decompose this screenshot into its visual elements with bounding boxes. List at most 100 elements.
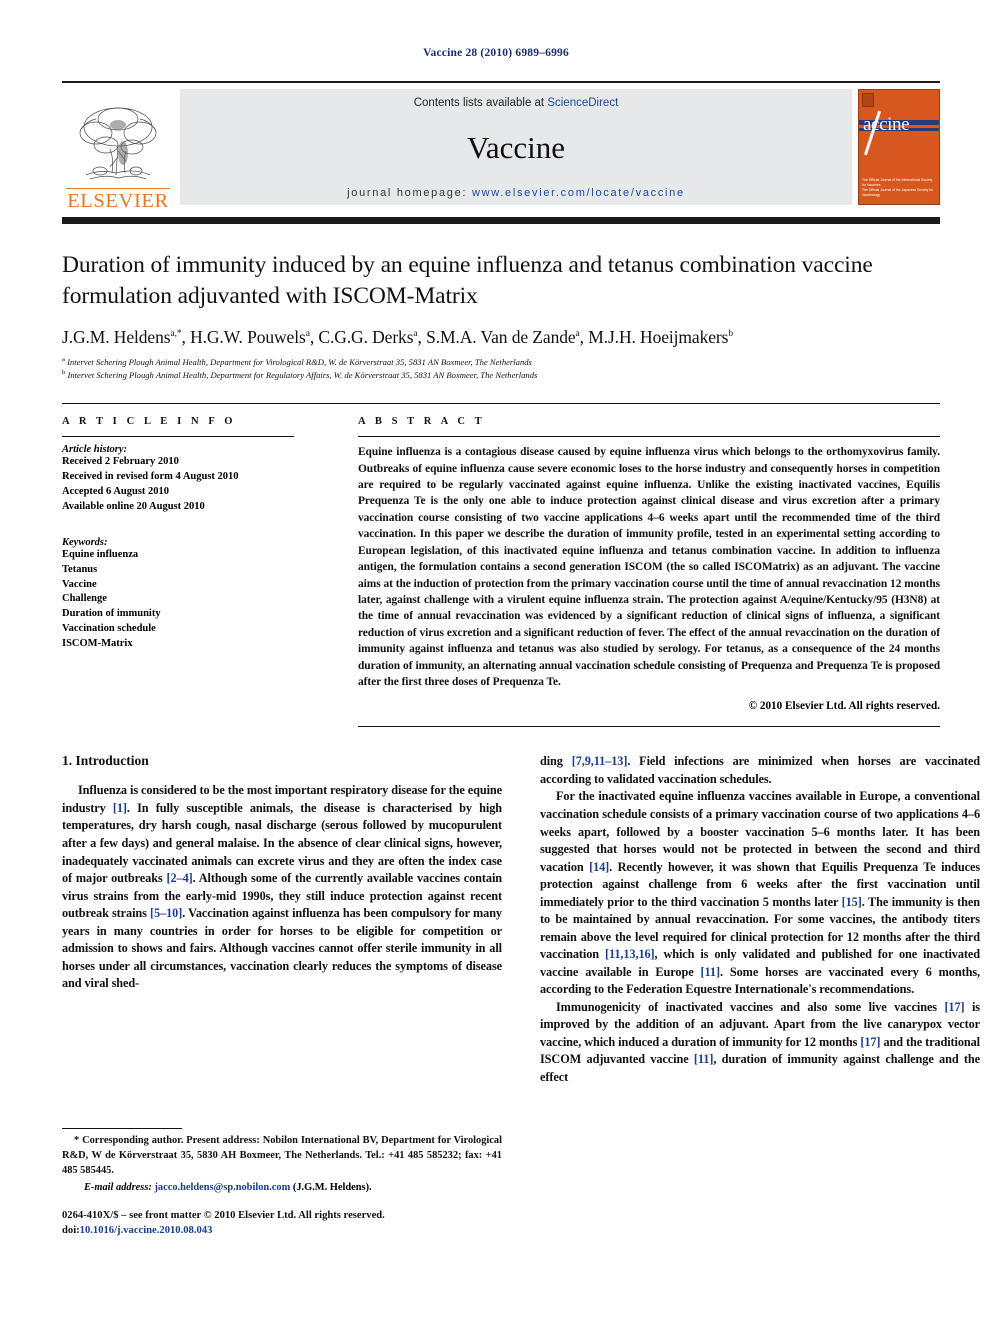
author-item: C.G.G. Derksa xyxy=(318,327,417,347)
article-info-column: A R T I C L E I N F O Article history: R… xyxy=(62,416,334,727)
affiliation-item: b Intervet Schering Plough Animal Health… xyxy=(62,368,940,381)
history-item: Received in revised form 4 August 2010 xyxy=(62,471,239,483)
keywords-label: Keywords: xyxy=(62,536,108,548)
keyword-item: Vaccination schedule xyxy=(62,623,156,635)
author-marks: a xyxy=(413,328,418,339)
author-marks: a,* xyxy=(170,328,182,339)
doi-link[interactable]: 10.1016/j.vaccine.2010.08.043 xyxy=(80,1225,213,1236)
sciencedirect-link[interactable]: ScienceDirect xyxy=(547,97,618,109)
author-item: S.M.A. Van de Zandea xyxy=(426,327,580,347)
article-info-rule xyxy=(62,436,294,438)
homepage-prefix: journal homepage: xyxy=(347,187,472,199)
affiliation-text: Intervet Schering Plough Animal Health, … xyxy=(67,369,538,380)
keyword-item: Equine influenza xyxy=(62,548,139,560)
citation-link[interactable]: [15] xyxy=(842,895,862,909)
abstract-text: Equine influenza is a contagious disease… xyxy=(358,446,940,689)
author-marks: a xyxy=(575,328,580,339)
affiliation-mark: b xyxy=(62,368,66,376)
page-title: Duration of immunity induced by an equin… xyxy=(62,252,873,310)
citation-link[interactable]: [7,9,11–13] xyxy=(572,754,628,768)
history-item: Available online 20 August 2010 xyxy=(62,500,205,512)
citation-link[interactable]: [11] xyxy=(701,965,721,979)
contents-prefix: Contents lists available at xyxy=(413,97,548,109)
paper-page: Vaccine 28 (2010) 6989–6996 ELSEVIER Con… xyxy=(0,0,992,1323)
email-suffix: (J.G.M. Heldens). xyxy=(290,1181,372,1193)
author-name: J.G.M. Heldens xyxy=(62,326,171,347)
journal-homepage-link[interactable]: www.elsevier.com/locate/vaccine xyxy=(472,187,685,199)
author-marks: a xyxy=(305,328,310,339)
journal-homepage-line: journal homepage: www.elsevier.com/locat… xyxy=(347,187,685,199)
affiliation-text: Intervet Schering Plough Animal Health, … xyxy=(67,356,532,367)
body-column-right: ding [7,9,11–13]. Field infections are m… xyxy=(540,753,980,1086)
paragraph: For the inactivated equine influenza vac… xyxy=(540,788,980,998)
author-marks: b xyxy=(728,328,734,339)
title-block: Duration of immunity induced by an equin… xyxy=(62,250,940,381)
paragraph-text: Immunogenicity of inactivated vaccines a… xyxy=(556,999,945,1014)
info-abstract-row: A R T I C L E I N F O Article history: R… xyxy=(62,403,940,728)
author-name: S.M.A. Van de Zande xyxy=(426,326,576,347)
elsevier-logo: ELSEVIER xyxy=(62,83,174,211)
masthead-divider xyxy=(62,217,940,224)
citation-link[interactable]: [2–4] xyxy=(166,871,192,885)
abstract-copyright: © 2010 Elsevier Ltd. All rights reserved… xyxy=(748,700,940,713)
email-link[interactable]: jacco.heldens@sp.nobilon.com xyxy=(154,1182,290,1193)
contents-list-line: Contents lists available at ScienceDirec… xyxy=(414,97,619,109)
abstract-column: A B S T R A C T Equine influenza is a co… xyxy=(334,416,940,728)
affiliation-item: a Intervet Schering Plough Animal Health… xyxy=(62,355,940,368)
history-item: Received 2 February 2010 xyxy=(62,456,179,468)
citation-link[interactable]: [17] xyxy=(944,1000,964,1014)
citation-link[interactable]: [14] xyxy=(589,860,609,874)
journal-masthead: ELSEVIER Contents lists available at Sci… xyxy=(62,81,940,211)
keyword-item: Tetanus xyxy=(62,563,98,575)
journal-title: Vaccine xyxy=(466,129,566,165)
body-column-left: 1. Introduction Influenza is considered … xyxy=(62,753,502,1086)
abstract-heading: A B S T R A C T xyxy=(358,416,486,428)
keyword-item: Vaccine xyxy=(62,578,97,590)
footnote-block: * Corresponding author. Present address:… xyxy=(62,1128,502,1196)
author-name: H.G.W. Pouwels xyxy=(190,326,306,347)
citation-link[interactable]: [11] xyxy=(694,1052,714,1066)
elsevier-wordmark: ELSEVIER xyxy=(66,187,170,212)
keywords-block: Keywords: Equine influenza Tetanus Vacci… xyxy=(62,537,312,652)
email-label: E-mail address: xyxy=(84,1181,152,1193)
keyword-item: ISCOM-Matrix xyxy=(62,638,133,650)
author-item: H.G.W. Pouwelsa xyxy=(190,327,310,347)
article-history-label: Article history: xyxy=(62,444,128,456)
history-item: Accepted 6 August 2010 xyxy=(62,485,170,497)
abstract-rule xyxy=(358,436,940,438)
author-name: M.J.H. Hoeijmakers xyxy=(588,326,729,347)
issn-line: 0264-410X/$ – see front matter © 2010 El… xyxy=(62,1210,385,1221)
article-info-heading: A R T I C L E I N F O xyxy=(62,416,237,428)
citation-link[interactable]: [5–10] xyxy=(150,906,182,920)
paragraph: Immunogenicity of inactivated vaccines a… xyxy=(540,999,980,1087)
cover-footer-line-1: The Official Journal of the Internationa… xyxy=(862,177,933,187)
footnote-rule xyxy=(62,1128,182,1129)
citation-link[interactable]: [11,13,16] xyxy=(605,947,655,961)
abstract-bottom-rule xyxy=(358,726,940,728)
paragraph: Influenza is considered to be the most i… xyxy=(62,782,502,992)
journal-cover-thumbnail: accine The Official Journal of the Inter… xyxy=(858,89,940,205)
cover-footer-line-2: The Official Journal of the Japanese Soc… xyxy=(862,187,934,197)
author-item: J.G.M. Heldensa,* xyxy=(62,327,182,347)
running-head: Vaccine 28 (2010) 6989–6996 xyxy=(423,47,569,59)
author-list: J.G.M. Heldensa,*, H.G.W. Pouwelsa, C.G.… xyxy=(62,326,734,347)
author-name: C.G.G. Derks xyxy=(318,326,414,347)
author-item: M.J.H. Hoeijmakersb xyxy=(588,327,733,347)
paragraph-text: ding xyxy=(540,754,572,769)
imprint-block: 0264-410X/$ – see front matter © 2010 El… xyxy=(62,1208,522,1239)
paragraph: ding [7,9,11–13]. Field infections are m… xyxy=(540,753,980,788)
section-heading-introduction: 1. Introduction xyxy=(62,753,149,769)
corresponding-author-note: * Corresponding author. Present address:… xyxy=(62,1135,502,1176)
doi-line: doi:10.1016/j.vaccine.2010.08.043 xyxy=(62,1223,522,1238)
email-note: E-mail address: jacco.heldens@sp.nobilon… xyxy=(62,1181,502,1196)
cover-footer-text: The Official Journal of the Internationa… xyxy=(862,178,936,198)
keyword-item: Challenge xyxy=(62,593,107,605)
affiliation-mark: a xyxy=(62,355,65,363)
keyword-item: Duration of immunity xyxy=(62,608,161,620)
body-columns: 1. Introduction Influenza is considered … xyxy=(62,753,980,1086)
citation-link[interactable]: [17] xyxy=(860,1035,880,1049)
journal-band: Contents lists available at ScienceDirec… xyxy=(180,89,852,205)
cover-corner-icon xyxy=(862,93,874,107)
affiliation-list: a Intervet Schering Plough Animal Health… xyxy=(62,355,940,382)
citation-link[interactable]: [1] xyxy=(113,801,127,815)
